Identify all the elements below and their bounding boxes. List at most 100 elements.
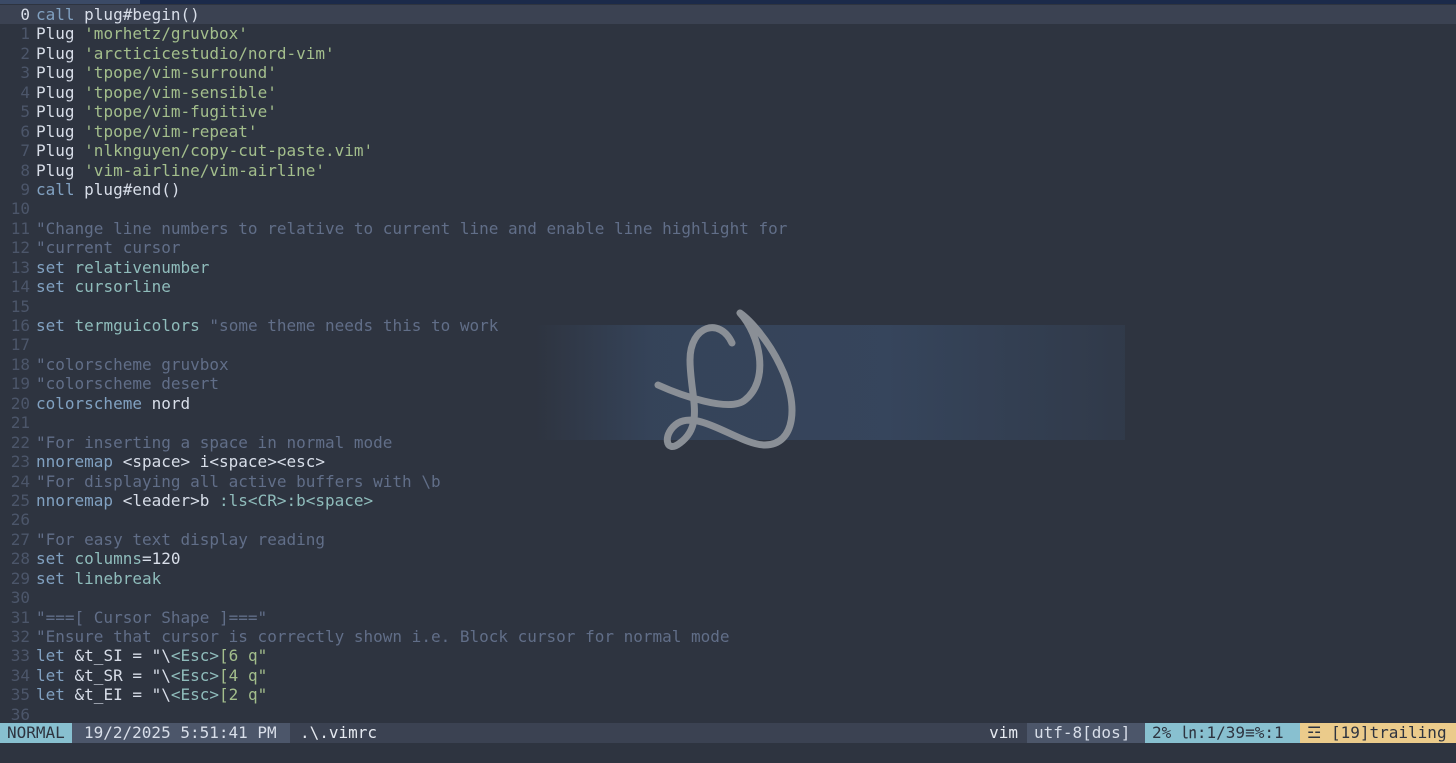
code-text: "For displaying all active buffers with … [36,472,441,491]
code-token: set [36,316,65,335]
code-line[interactable]: 12 "current cursor [0,238,1456,257]
line-number: 15 [10,296,30,316]
code-line[interactable]: 5 Plug 'tpope/vim-fugitive' [0,102,1456,121]
status-line: NORMAL 19/2/2025 5:51:41 PM .\.vimrc vim… [0,723,1456,743]
line-number: 6 [20,121,30,141]
code-line[interactable]: 27 "For easy text display reading [0,530,1456,549]
code-token: <leader>b [113,490,220,510]
code-text: set termguicolors "some theme needs this… [36,316,498,335]
code-line[interactable]: 26 [0,510,1456,529]
code-token: =120 [141,549,181,569]
code-token: "Change line numbers to relative to curr… [36,218,788,238]
line-number: 12 [10,238,30,258]
code-text: Plug 'tpope/vim-fugitive' [36,102,277,121]
code-token: Plug [36,102,85,122]
line-number: 18 [10,354,30,374]
code-line[interactable]: 8 Plug 'vim-airline/vim-airline' [0,161,1456,180]
tab-indicator [0,0,140,4]
code-token: 'arcticicestudio/nord-vim' [84,43,335,63]
code-text: Plug 'tpope/vim-surround' [36,63,277,82]
code-text: Plug 'arcticicestudio/nord-vim' [36,44,335,63]
code-line[interactable]: 32 "Ensure that cursor is correctly shown… [0,627,1456,646]
code-line[interactable]: 30 [0,588,1456,607]
line-number: 17 [10,335,30,355]
mode-indicator: NORMAL [0,723,72,743]
code-line[interactable]: 6 Plug 'tpope/vim-repeat' [0,122,1456,141]
code-text: set cursorline [36,277,171,296]
line-number: 29 [10,568,30,588]
code-line[interactable]: 0 call plug#begin() [0,5,1456,25]
code-token: [2 q" [219,685,268,705]
code-line[interactable]: 9 call plug#end() [0,180,1456,199]
line-number: 31 [10,607,30,627]
code-line[interactable]: 29 set linebreak [0,569,1456,588]
datetime-section: 19/2/2025 5:51:41 PM [72,723,290,743]
code-token: [4 q" [219,665,268,685]
code-line[interactable]: 13 set relativenumber [0,258,1456,277]
code-text: Plug 'tpope/vim-sensible' [36,83,277,102]
code-token: 'tpope/vim-surround' [84,63,277,83]
code-line[interactable]: 4 Plug 'tpope/vim-sensible' [0,83,1456,102]
code-line[interactable]: 1 Plug 'morhetz/gruvbox' [0,24,1456,43]
line-number: 20 [10,393,30,413]
cursor-position-section: 2% ㏑:1/39≡%:1 [1145,723,1300,743]
code-line[interactable]: 7 Plug 'nlknguyen/copy-cut-paste.vim' [0,141,1456,160]
code-line[interactable]: 31 "===[ Cursor Shape ]===" [0,608,1456,627]
code-line[interactable]: 25 nnoremap <leader>b :ls<CR>:b<space> [0,491,1456,510]
code-line[interactable]: 33 let &t_SI = "\<Esc>[6 q" [0,646,1456,665]
code-token: "Ensure that cursor is correctly shown i… [36,627,730,646]
code-text: let &t_EI = "\<Esc>[2 q" [36,685,267,704]
code-text: set linebreak [36,569,161,588]
code-token: termguicolors [74,316,200,335]
code-token: plug#begin() [74,5,200,24]
filetype-section: vim [989,723,1018,742]
line-number: 2 [20,43,30,63]
code-text: nnoremap <space> i<space><esc> [36,452,325,471]
code-token: 'nlknguyen/copy-cut-paste.vim' [84,141,374,161]
code-line[interactable]: 14 set cursorline [0,277,1456,296]
code-line[interactable]: 35 let &t_EI = "\<Esc>[2 q" [0,685,1456,704]
line-number: 22 [10,432,30,452]
code-text: "===[ Cursor Shape ]===" [36,608,267,627]
code-line[interactable]: 36 [0,705,1456,722]
code-line[interactable]: 10 [0,199,1456,218]
code-token: "For displaying all active buffers with … [36,471,441,491]
code-token: let [36,665,65,685]
code-token: Plug [36,24,85,44]
code-token: "current cursor [36,238,181,258]
filename-section: .\.vimrc [300,723,378,742]
code-token: 'vim-airline/vim-airline' [84,160,325,180]
line-number: 8 [20,160,30,180]
code-token: relativenumber [74,257,210,277]
code-token: call [36,179,75,199]
code-line[interactable]: 11 "Change line numbers to relative to cu… [0,219,1456,238]
code-token: "some theme needs this to work [209,316,499,335]
code-token: <space> i<space><esc> [113,452,325,472]
code-line[interactable]: 28 set columns=120 [0,549,1456,568]
code-line[interactable]: 3 Plug 'tpope/vim-surround' [0,63,1456,82]
code-text: Plug 'morhetz/gruvbox' [36,24,248,43]
code-text: Plug 'nlknguyen/copy-cut-paste.vim' [36,141,373,160]
line-number: 32 [10,627,30,646]
code-token: plug#end() [74,179,181,199]
line-number: 34 [10,665,30,685]
code-line[interactable]: 34 let &t_SR = "\<Esc>[4 q" [0,666,1456,685]
code-token: linebreak [74,568,162,588]
encoding-section: utf-8[dos] [1027,723,1145,743]
code-text: Plug 'vim-airline/vim-airline' [36,161,325,180]
line-number: 10 [10,199,30,219]
code-token: nord [141,393,191,413]
command-line[interactable] [0,743,1456,763]
code-token: call [36,5,75,24]
code-text: "Change line numbers to relative to curr… [36,219,787,238]
code-line[interactable]: 24 "For displaying all active buffers wit… [0,472,1456,491]
code-line[interactable]: 2 Plug 'arcticicestudio/nord-vim' [0,44,1456,63]
code-token: <Esc> [170,685,220,705]
line-number: 36 [10,704,30,722]
line-number: 23 [10,452,30,472]
code-text: "Ensure that cursor is correctly shown i… [36,627,730,646]
line-number: 9 [20,179,30,199]
signature-logo-icon [654,309,796,450]
